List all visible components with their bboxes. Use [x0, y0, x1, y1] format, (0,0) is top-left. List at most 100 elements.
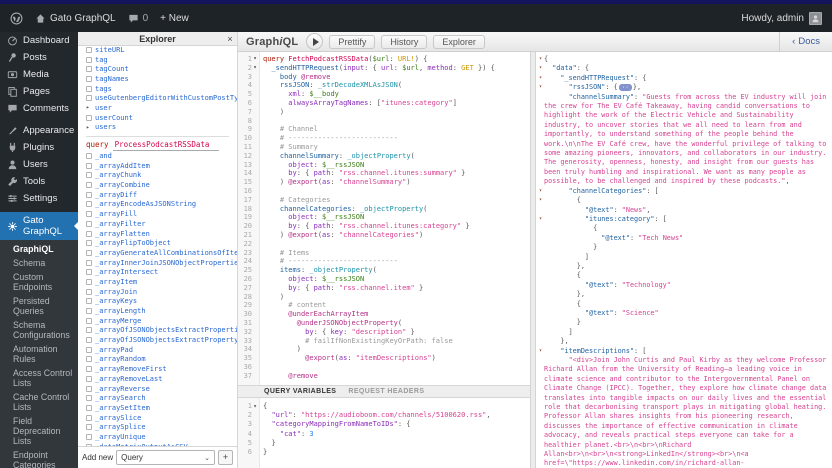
explorer-field-tags[interactable]: tags: [86, 84, 237, 94]
explorer-field-_arrayReverse[interactable]: _arrayReverse: [86, 384, 237, 394]
sidebar-item-settings[interactable]: Settings: [0, 190, 78, 207]
execute-query-button[interactable]: [306, 33, 323, 50]
explorer-field-_arrayJoin[interactable]: _arrayJoin: [86, 287, 237, 297]
explorer-field-_arrayRemoveLast[interactable]: _arrayRemoveLast: [86, 374, 237, 384]
explorer-field-_arrayOfJSONObjectsExtractProperty[interactable]: _arrayOfJSONObjectsExtractProperty: [86, 335, 237, 345]
field-checkbox[interactable]: [86, 76, 92, 82]
field-checkbox[interactable]: [86, 298, 92, 304]
sidebar-item-dashboard[interactable]: Dashboard: [0, 32, 78, 49]
expand-caret-icon[interactable]: ▸: [86, 104, 92, 111]
sidebar-item-tools[interactable]: Tools: [0, 173, 78, 190]
field-checkbox[interactable]: [86, 434, 92, 440]
field-checkbox[interactable]: [86, 192, 92, 198]
explorer-field-userCount[interactable]: userCount: [86, 113, 237, 123]
explorer-field-_arraySplice[interactable]: _arraySplice: [86, 422, 237, 432]
field-checkbox[interactable]: [86, 66, 92, 72]
field-checkbox[interactable]: [86, 386, 92, 392]
query-editor[interactable]: 1▾query FetchPodcastRSSData($url: URL!) …: [238, 52, 530, 385]
fold-toggle-icon[interactable]: ▾: [252, 64, 258, 73]
tab-query-variables[interactable]: QUERY VARIABLES: [264, 388, 336, 395]
field-checkbox[interactable]: [86, 240, 92, 246]
field-checkbox[interactable]: [86, 366, 92, 372]
explorer-field-_arraySlice[interactable]: _arraySlice: [86, 413, 237, 423]
explorer-field-useGutenbergEditorWithCustomPostType[interactable]: useGutenbergEditorWithCustomPostType: [86, 93, 237, 103]
explorer-field-_arrayEncodeAsJSONString[interactable]: _arrayEncodeAsJSONString: [86, 200, 237, 210]
field-checkbox[interactable]: [86, 289, 92, 295]
sidebar-item-comments[interactable]: Comments: [0, 100, 78, 117]
operation-name-input[interactable]: ProcessPodcastRSSData: [113, 140, 220, 151]
field-checkbox[interactable]: [86, 405, 92, 411]
explorer-field-_arraySearch[interactable]: _arraySearch: [86, 393, 237, 403]
explorer-field-_arrayOfJSONObjectsExtractPropertiesAndC[interactable]: _arrayOfJSONObjectsExtractPropertiesAndC: [86, 326, 237, 336]
field-checkbox[interactable]: [86, 347, 92, 353]
explorer-toggle-button[interactable]: Explorer: [433, 35, 485, 49]
field-checkbox[interactable]: [86, 327, 92, 333]
fold-toggle-icon[interactable]: ▾: [537, 215, 544, 224]
field-checkbox[interactable]: [86, 153, 92, 159]
explorer-field-_arrayIntersect[interactable]: _arrayIntersect: [86, 267, 237, 277]
expand-caret-icon[interactable]: ▸: [86, 124, 92, 131]
field-checkbox[interactable]: [86, 260, 92, 266]
fold-toggle-icon[interactable]: ▾: [537, 196, 544, 205]
explorer-field-_arraySetItem[interactable]: _arraySetItem: [86, 403, 237, 413]
explorer-field-_arrayCombine[interactable]: _arrayCombine: [86, 180, 237, 190]
field-checkbox[interactable]: [86, 115, 92, 121]
field-checkbox[interactable]: [86, 356, 92, 362]
fold-toggle-icon[interactable]: ▾: [537, 55, 544, 64]
prettify-button[interactable]: Prettify: [329, 35, 375, 49]
docs-button[interactable]: ‹ Docs: [779, 32, 832, 51]
explorer-field-_arrayDiff[interactable]: _arrayDiff: [86, 190, 237, 200]
new-content-button[interactable]: + New: [160, 13, 189, 24]
explorer-field-tagCount[interactable]: tagCount: [86, 64, 237, 74]
field-checkbox[interactable]: [86, 221, 92, 227]
field-checkbox[interactable]: [86, 415, 92, 421]
explorer-field-_arrayMerge[interactable]: _arrayMerge: [86, 316, 237, 326]
add-operation-button[interactable]: +: [218, 450, 233, 465]
history-button[interactable]: History: [381, 35, 427, 49]
submenu-item-custom-endpoints[interactable]: Custom Endpoints: [0, 270, 78, 294]
explorer-close-icon[interactable]: ×: [223, 34, 237, 44]
submenu-item-automation-rules[interactable]: Automation Rules: [0, 342, 78, 366]
field-checkbox[interactable]: [86, 211, 92, 217]
field-checkbox[interactable]: [86, 269, 92, 275]
explorer-field-_arrayRandom[interactable]: _arrayRandom: [86, 355, 237, 365]
submenu-item-schema[interactable]: Schema: [0, 256, 78, 270]
explorer-field-_arrayFill[interactable]: _arrayFill: [86, 209, 237, 219]
explorer-field-users[interactable]: ▸users: [86, 123, 237, 133]
explorer-field-user[interactable]: ▸user: [86, 103, 237, 113]
query-variables-editor[interactable]: 1▾{2 "url": "https://audioboom.com/chann…: [238, 398, 530, 468]
comments-bubble[interactable]: 0: [128, 13, 149, 24]
field-checkbox[interactable]: [86, 318, 92, 324]
explorer-field-_arrayRemoveFirst[interactable]: _arrayRemoveFirst: [86, 364, 237, 374]
explorer-field-_and[interactable]: _and: [86, 151, 237, 161]
field-checkbox[interactable]: [86, 172, 92, 178]
add-new-select[interactable]: Query ⌄: [116, 450, 215, 465]
field-checkbox[interactable]: [86, 279, 92, 285]
explorer-field-siteURL[interactable]: siteURL: [86, 46, 237, 55]
submenu-item-persisted-queries[interactable]: Persisted Queries: [0, 294, 78, 318]
explorer-field-tagNames[interactable]: tagNames: [86, 74, 237, 84]
explorer-field-_arrayPad[interactable]: _arrayPad: [86, 345, 237, 355]
field-checkbox[interactable]: [86, 95, 92, 101]
field-checkbox[interactable]: [86, 86, 92, 92]
fold-toggle-icon[interactable]: ▾: [537, 187, 544, 196]
fold-toggle-icon[interactable]: ▾: [252, 402, 258, 411]
sidebar-item-plugins[interactable]: Plugins: [0, 139, 78, 156]
explorer-field-_arrayFlipToObject[interactable]: _arrayFlipToObject: [86, 238, 237, 248]
field-checkbox[interactable]: [86, 376, 92, 382]
explorer-field-_arrayUnique[interactable]: _arrayUnique: [86, 432, 237, 442]
fold-toggle-icon[interactable]: ▾: [537, 347, 544, 356]
field-checkbox[interactable]: [86, 250, 92, 256]
field-checkbox[interactable]: [86, 308, 92, 314]
field-checkbox[interactable]: [86, 163, 92, 169]
field-checkbox[interactable]: [86, 424, 92, 430]
howdy-label[interactable]: Howdy, admin: [741, 13, 804, 24]
explorer-field-_arrayInnerJoinJSONObjectProperties[interactable]: _arrayInnerJoinJSONObjectProperties: [86, 258, 237, 268]
explorer-field-_arrayAddItem[interactable]: _arrayAddItem: [86, 161, 237, 171]
field-checkbox[interactable]: [86, 182, 92, 188]
submenu-item-field-deprecation-lists[interactable]: Field Deprecation Lists: [0, 414, 78, 448]
explorer-field-_arrayFlatten[interactable]: _arrayFlatten: [86, 229, 237, 239]
submenu-item-access-control-lists[interactable]: Access Control Lists: [0, 366, 78, 390]
explorer-field-_arrayKeys[interactable]: _arrayKeys: [86, 297, 237, 307]
explorer-field-_arrayItem[interactable]: _arrayItem: [86, 277, 237, 287]
